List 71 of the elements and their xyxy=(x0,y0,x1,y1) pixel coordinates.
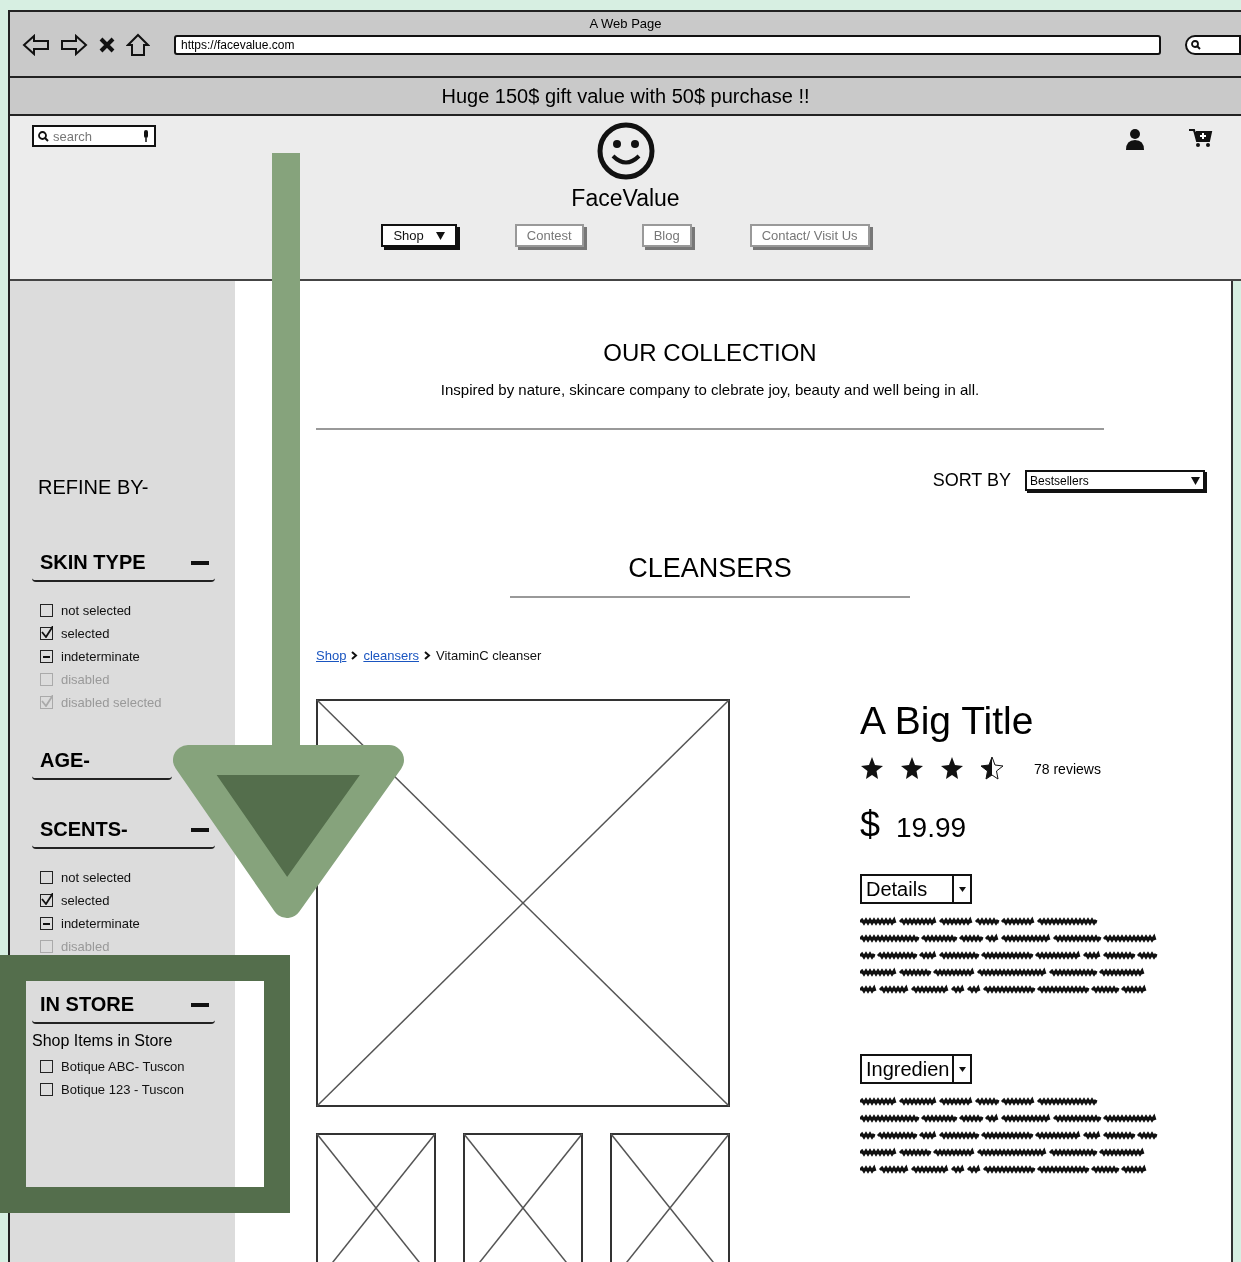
review-count: 78 reviews xyxy=(1034,760,1101,777)
caret-icon xyxy=(958,886,966,892)
checkbox[interactable] xyxy=(40,871,53,884)
nav-button[interactable]: Contest xyxy=(514,224,584,247)
caret-icon xyxy=(435,231,445,240)
breadcrumb-link[interactable]: Shop xyxy=(316,648,347,663)
user-icon[interactable] xyxy=(1125,128,1145,150)
collection-subtitle: Inspired by nature, skincare company to clebrate joy, beauty and well being in all. xyxy=(440,381,980,398)
option-label: Botique 123 - Tuscon xyxy=(61,1082,184,1097)
option-label: not selected xyxy=(61,603,132,618)
collapse-icon[interactable] xyxy=(191,1002,209,1007)
option-label: not selected xyxy=(61,870,132,885)
sort-dropdown[interactable]: Bestsellers xyxy=(1025,470,1205,491)
product-price: 19.99 xyxy=(896,812,967,844)
sort-label: SORT BY xyxy=(932,470,1011,491)
category-heading: CLEANSERS xyxy=(628,553,792,584)
smiley-logo xyxy=(595,121,656,181)
star-icon xyxy=(900,757,924,780)
chevron-icon xyxy=(351,651,359,660)
checkbox[interactable] xyxy=(40,627,53,640)
checkbox[interactable] xyxy=(40,604,53,617)
option-label: indeterminate xyxy=(61,916,140,931)
search-icon xyxy=(38,130,49,142)
promo-banner: Huge 150$ gift value with 50$ purchase !! xyxy=(10,78,1241,116)
chevron-icon xyxy=(424,651,431,660)
option-label: selected xyxy=(61,626,110,641)
checkbox[interactable] xyxy=(40,894,53,907)
collapse-icon[interactable] xyxy=(191,827,209,832)
forward-icon[interactable] xyxy=(60,34,88,56)
filter-section-header[interactable]: IN STORE xyxy=(32,993,215,1024)
option-label: disabled xyxy=(61,672,110,687)
caret-icon xyxy=(1191,476,1200,485)
back-icon[interactable] xyxy=(22,34,50,56)
search-icon xyxy=(1191,40,1201,50)
star-icon xyxy=(860,757,884,780)
nav-button[interactable]: Contact/ Visit Us xyxy=(749,224,870,247)
nav-button[interactable]: Shop xyxy=(381,224,457,247)
window-title: A Web Page xyxy=(588,16,663,31)
breadcrumb-link[interactable]: cleansers xyxy=(363,648,419,663)
section-note: Shop Items in Store xyxy=(32,1032,174,1050)
option-label: Botique ABC- Tuscon xyxy=(61,1059,185,1074)
cart-icon[interactable] xyxy=(1189,128,1213,148)
home-icon[interactable] xyxy=(126,33,150,57)
currency-sign: $ xyxy=(860,804,881,846)
section-dropdown[interactable]: Ingredien xyxy=(860,1054,972,1084)
refine-heading: REFINE BY- xyxy=(38,476,150,499)
nav-button[interactable]: Blog xyxy=(641,224,692,247)
caret-icon xyxy=(958,1066,966,1072)
checkbox[interactable] xyxy=(40,1083,53,1096)
close-icon[interactable] xyxy=(98,36,116,54)
option-label: indeterminate xyxy=(61,649,140,664)
collapse-icon[interactable] xyxy=(191,560,209,565)
checkbox[interactable] xyxy=(40,650,53,663)
filter-section-header[interactable]: SKIN TYPE xyxy=(32,551,215,582)
option-label: disabled selected xyxy=(61,695,162,710)
checkbox[interactable] xyxy=(40,917,53,930)
section-dropdown[interactable]: Details xyxy=(860,874,972,904)
address-field[interactable]: https://facevalue.com xyxy=(174,35,1161,55)
filter-section-header[interactable]: AGE- xyxy=(32,749,172,780)
option-label: disabled xyxy=(61,939,110,954)
product-title: A Big Title xyxy=(860,699,1035,743)
collection-heading: OUR COLLECTION xyxy=(603,339,817,367)
star-icon xyxy=(980,757,1004,780)
star-icon xyxy=(940,757,964,780)
brand-name: FaceValue xyxy=(571,185,680,212)
browser-search-field[interactable] xyxy=(1185,35,1241,55)
checkbox[interactable] xyxy=(40,1060,53,1073)
search-field[interactable]: search xyxy=(32,125,156,147)
microphone-icon xyxy=(142,130,150,142)
breadcrumb-current: VitaminC cleanser xyxy=(436,648,542,663)
option-label: selected xyxy=(61,893,110,908)
